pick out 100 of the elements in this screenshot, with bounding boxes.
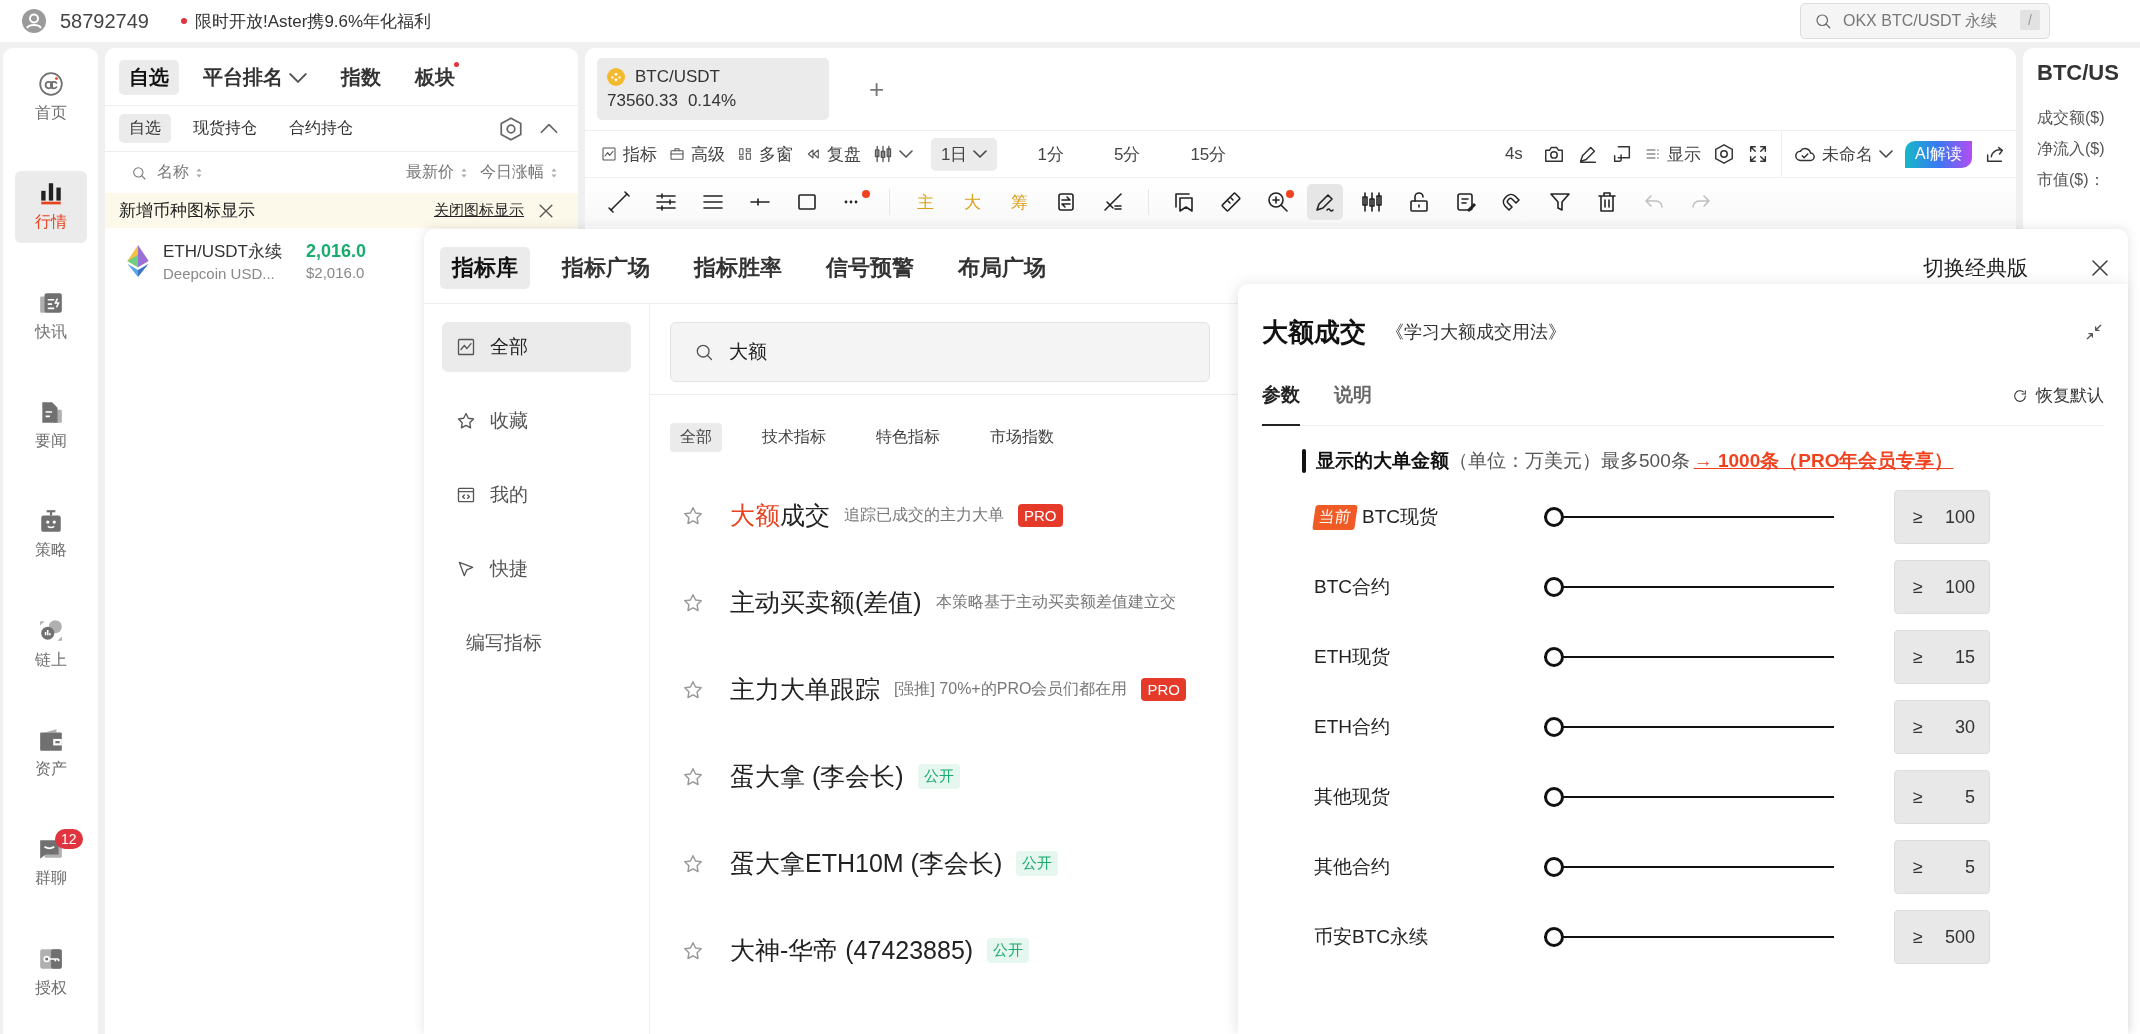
refresh-interval[interactable]: 4s (1504, 144, 1523, 164)
indicator-name[interactable]: 蛋大拿 (李会长) (730, 760, 904, 793)
toolbar-button[interactable]: 高级 (669, 142, 725, 166)
dialog-tab[interactable]: 指标胜率 (682, 247, 794, 289)
add-tab-button[interactable]: + (869, 73, 885, 105)
market-tab[interactable]: 自选 (119, 60, 179, 95)
nav-item[interactable]: 快讯 (14, 280, 87, 352)
indicator-name[interactable]: 大额成交 (730, 499, 830, 532)
reset-button[interactable]: 恢复默认 (2012, 384, 2104, 423)
display-button[interactable]: 显示 (1644, 142, 1701, 166)
slider-thumb[interactable] (1544, 647, 1564, 667)
sub-tab[interactable]: 自选 (119, 114, 171, 143)
dialog-tab[interactable]: 指标库 (440, 247, 530, 289)
star-icon[interactable] (682, 939, 704, 962)
star-icon[interactable] (682, 504, 704, 527)
promo-link[interactable]: 限时开放!Aster携9.6%年化福利 (195, 9, 432, 33)
indicator-name[interactable]: 蛋大拿ETH10M (李会长) (730, 847, 1003, 880)
interval-tab[interactable]: 1日 (931, 137, 998, 171)
interval-tab[interactable]: 5分 (1103, 137, 1151, 171)
value-field[interactable]: ≥ 5 (1894, 770, 1990, 824)
pencil-icon[interactable] (1307, 184, 1343, 220)
slider-thumb[interactable] (1544, 857, 1564, 877)
filter-chip[interactable]: 市场指数 (980, 423, 1064, 452)
panel-tab[interactable]: 说明 (1334, 382, 1372, 426)
slider-thumb[interactable] (1544, 927, 1564, 947)
nav-item[interactable]: 资产 (14, 717, 87, 790)
settings-icon[interactable] (498, 115, 524, 142)
toolbar-button[interactable]: 复盘 (805, 142, 861, 166)
value-field[interactable]: ≥ 30 (1894, 700, 1990, 754)
slider[interactable] (1544, 927, 1834, 947)
toolbar-button[interactable]: 多窗 (737, 142, 793, 166)
dialog-tab[interactable]: 信号预警 (814, 247, 926, 289)
nav-item[interactable]: 首页 (14, 62, 87, 134)
nav-item[interactable]: 群聊 12 (14, 827, 87, 899)
dialog-tab[interactable]: 指标广场 (550, 247, 662, 289)
nav-item[interactable]: 授权 (14, 936, 87, 1008)
indicator-name[interactable]: 主动买卖额(差值) (730, 586, 922, 619)
value-field[interactable]: ≥ 15 (1894, 630, 1990, 684)
close-icons-link[interactable]: 关闭图标显示 (434, 201, 524, 220)
search-field[interactable]: 大额 (670, 322, 1210, 382)
category-item[interactable]: 编写指标 (442, 618, 631, 668)
market-tab[interactable]: 指数 (331, 60, 391, 95)
slider[interactable] (1544, 647, 1834, 667)
slider-thumb[interactable] (1544, 717, 1564, 737)
nav-item[interactable]: 策略 (14, 499, 87, 571)
star-icon[interactable] (682, 765, 704, 788)
slider-thumb[interactable] (1544, 507, 1564, 527)
sub-tab[interactable]: 现货持仓 (183, 114, 267, 143)
column-header[interactable]: 今日涨幅 (480, 162, 544, 183)
value-field[interactable]: ≥ 500 (1894, 910, 1990, 964)
value-field[interactable]: ≥ 5 (1894, 840, 1990, 894)
column-header[interactable]: 名称 (157, 162, 189, 183)
notice-dot (862, 190, 870, 198)
market-tab[interactable]: 平台排名 (193, 60, 317, 95)
dialog-tab[interactable]: 布局广场 (946, 247, 1058, 289)
pair-tab[interactable]: BTC/USDT 73560.33 0.14% (597, 58, 829, 120)
slider[interactable] (1544, 577, 1834, 597)
panel-tab[interactable]: 参数 (1262, 382, 1300, 426)
star-icon[interactable] (682, 852, 704, 875)
layout-dropdown[interactable]: 未命名 (1793, 142, 1893, 166)
collapse-icon[interactable] (2084, 322, 2104, 342)
slider[interactable] (1544, 507, 1834, 527)
chart-type-dropdown[interactable] (873, 144, 913, 164)
slider[interactable] (1544, 787, 1834, 807)
avatar-icon[interactable] (22, 9, 46, 33)
filter-chip[interactable]: 特色指标 (866, 423, 950, 452)
nav-item[interactable]: 链上 (14, 608, 87, 680)
sub-tab[interactable]: 合约持仓 (279, 114, 363, 143)
param-label: 其他合约 (1314, 855, 1390, 879)
column-header[interactable]: 最新价 (406, 162, 454, 183)
toolbar-button[interactable]: 指标 (601, 142, 657, 166)
category-item[interactable]: 我的 (442, 470, 631, 520)
guide-link[interactable]: 《学习大额成交用法》 (1386, 320, 1566, 344)
slider[interactable] (1544, 857, 1834, 877)
classic-version-link[interactable]: 切换经典版 (1923, 254, 2028, 282)
list-icon (1644, 146, 1661, 162)
search-icon[interactable] (131, 164, 147, 181)
slider-thumb[interactable] (1544, 577, 1564, 597)
cursor-icon (456, 559, 476, 579)
line-chart-icon (601, 146, 617, 162)
ai-button[interactable]: AI解读 (1904, 140, 1972, 168)
settings-icon[interactable] (1712, 143, 1735, 165)
value-field[interactable]: ≥ 100 (1894, 560, 1990, 614)
filter-chip[interactable]: 技术指标 (752, 423, 836, 452)
nav-item[interactable]: 要闻 (14, 390, 87, 462)
star-icon[interactable] (682, 678, 704, 701)
filter-chip[interactable]: 全部 (670, 423, 722, 452)
value-field[interactable]: ≥ 100 (1894, 490, 1990, 544)
indicator-name[interactable]: 主力大单跟踪 (730, 673, 880, 706)
category-item[interactable]: 全部 (442, 322, 631, 372)
category-item[interactable]: 快捷 (442, 544, 631, 594)
slider[interactable] (1544, 717, 1834, 737)
star-icon[interactable] (682, 591, 704, 614)
interval-tab[interactable]: 1分 (1027, 137, 1074, 171)
category-item[interactable]: 收藏 (442, 396, 631, 446)
market-tab[interactable]: 板块 (405, 60, 465, 95)
upgrade-link[interactable]: → 1000条（PRO年会员专享） (1693, 448, 1954, 474)
interval-tab[interactable]: 15分 (1180, 137, 1237, 171)
indicator-name[interactable]: 大神-华帝 (47423885) (730, 934, 974, 967)
slider-thumb[interactable] (1544, 787, 1564, 807)
